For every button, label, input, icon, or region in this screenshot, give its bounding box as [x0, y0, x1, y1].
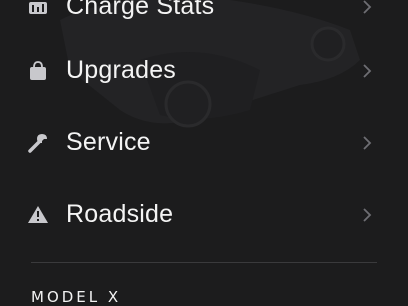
shopping-bag-icon	[27, 60, 49, 82]
chevron-right-icon	[360, 63, 374, 79]
warning-triangle-icon	[27, 204, 49, 226]
menu-item-label: Service	[66, 128, 151, 156]
menu-item-label: Upgrades	[66, 56, 176, 84]
menu-item-upgrades[interactable]: Upgrades	[0, 41, 408, 101]
menu-item-charge-stats[interactable]: Charge Stats	[0, 0, 408, 37]
chevron-right-icon	[360, 207, 374, 223]
chevron-right-icon	[360, 0, 374, 15]
divider	[31, 262, 377, 263]
menu-item-label: Charge Stats	[66, 0, 215, 20]
chevron-right-icon	[360, 135, 374, 151]
bar-chart-icon	[27, 0, 49, 18]
vehicle-model-name: Model X	[31, 288, 122, 306]
menu-item-roadside[interactable]: Roadside	[0, 185, 408, 245]
menu-item-service[interactable]: Service	[0, 113, 408, 173]
menu-item-label: Roadside	[66, 200, 174, 228]
wrench-icon	[27, 132, 49, 154]
